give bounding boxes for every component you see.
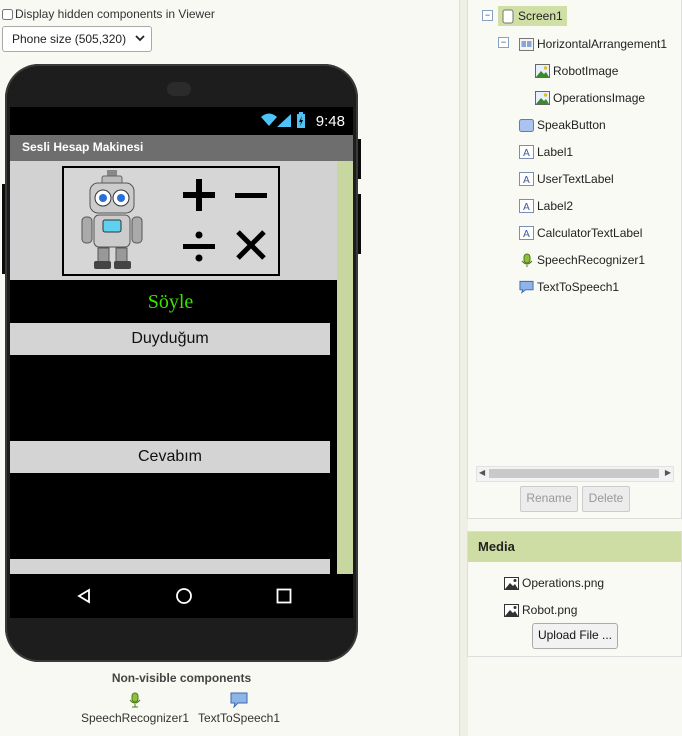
home-icon[interactable] bbox=[175, 587, 193, 608]
phone-speaker bbox=[167, 82, 191, 96]
media-item[interactable]: Operations.png bbox=[504, 574, 604, 592]
collapse-toggle[interactable]: − bbox=[482, 10, 493, 21]
scroll-right-icon[interactable]: ▶ bbox=[665, 468, 671, 477]
button-icon bbox=[519, 118, 534, 133]
tree-item-robot-image[interactable]: RobotImage bbox=[535, 61, 618, 81]
label-icon: A bbox=[519, 226, 534, 241]
label-icon: A bbox=[519, 199, 534, 214]
delete-button[interactable]: Delete bbox=[582, 486, 630, 512]
tree-label: HorizontalArrangement1 bbox=[537, 37, 668, 51]
label-icon: A bbox=[519, 145, 534, 160]
tree-item-horizontal-arrangement[interactable]: HorizontalArrangement1 bbox=[519, 34, 667, 54]
tree-item-calculator-text-label[interactable]: A CalculatorTextLabel bbox=[519, 223, 642, 243]
tree-label: Label1 bbox=[537, 145, 574, 159]
recents-icon[interactable] bbox=[276, 588, 292, 607]
tree-item-text-to-speech[interactable]: TextToSpeech1 bbox=[519, 277, 619, 297]
nonvisible-components-title: Non-visible components bbox=[111, 671, 252, 685]
tree-label: SpeechRecognizer1 bbox=[537, 253, 646, 267]
calculator-text-label: Cevabım bbox=[10, 441, 330, 473]
speech-bubble-icon bbox=[519, 280, 534, 295]
svg-text:A: A bbox=[523, 148, 530, 159]
nonvisible-speech-recognizer[interactable]: SpeechRecognizer1 bbox=[80, 692, 190, 725]
speech-bubble-icon bbox=[195, 692, 283, 711]
media-file-name: Operations.png bbox=[522, 576, 605, 590]
tree-item-speech-recognizer[interactable]: SpeechRecognizer1 bbox=[519, 250, 645, 270]
phone-screen: 9:48 Sesli Hesap Makinesi Söyle Duyduğum… bbox=[10, 107, 353, 618]
microphone-icon bbox=[80, 692, 190, 711]
image-file-icon bbox=[504, 576, 519, 591]
app-title-bar: Sesli Hesap Makinesi bbox=[10, 135, 353, 161]
tree-label: Label2 bbox=[537, 199, 574, 213]
image-icon bbox=[535, 91, 550, 106]
tree-item-label1[interactable]: A Label1 bbox=[519, 142, 573, 162]
rename-button[interactable]: Rename bbox=[520, 486, 578, 512]
horizontal-arrangement[interactable] bbox=[10, 161, 337, 280]
components-panel: − Screen1 − HorizontalArrangement1 Robot… bbox=[467, 0, 682, 519]
status-time: 9:48 bbox=[315, 113, 345, 130]
svg-text:A: A bbox=[523, 229, 530, 240]
tree-label: RobotImage bbox=[553, 64, 619, 78]
tree-item-label2[interactable]: A Label2 bbox=[519, 196, 573, 216]
nonvisible-label: SpeechRecognizer1 bbox=[80, 711, 190, 725]
media-panel: Media Operations.png Robot.png Upload Fi… bbox=[467, 531, 682, 657]
media-item[interactable]: Robot.png bbox=[504, 601, 577, 619]
tree-label: OperationsImage bbox=[553, 91, 646, 105]
back-icon[interactable] bbox=[76, 588, 92, 607]
media-header: Media bbox=[468, 532, 681, 562]
phone-side-button bbox=[358, 139, 361, 179]
scrollbar-thumb[interactable] bbox=[489, 469, 659, 478]
collapse-toggle[interactable]: − bbox=[498, 37, 509, 48]
app-title: Sesli Hesap Makinesi bbox=[22, 140, 144, 154]
robot-image[interactable] bbox=[80, 170, 146, 273]
chevron-down-icon bbox=[135, 33, 145, 46]
label-icon: A bbox=[519, 172, 534, 187]
tree-item-operations-image[interactable]: OperationsImage bbox=[535, 88, 645, 108]
microphone-icon bbox=[519, 253, 534, 268]
phone-side-button bbox=[358, 194, 361, 254]
display-hidden-label: Display hidden components in Viewer bbox=[15, 7, 215, 21]
app-content: Söyle Duyduğum Cevabım bbox=[10, 161, 337, 574]
svg-text:A: A bbox=[523, 202, 530, 213]
nonvisible-label: TextToSpeech1 bbox=[197, 711, 281, 725]
arrangement-icon bbox=[519, 37, 534, 52]
display-hidden-checkbox-row[interactable]: Display hidden components in Viewer bbox=[2, 7, 215, 21]
tree-label: Screen1 bbox=[518, 9, 563, 23]
display-hidden-checkbox[interactable] bbox=[2, 8, 13, 20]
wifi-icon bbox=[260, 113, 278, 130]
media-file-name: Robot.png bbox=[522, 603, 578, 617]
screen-icon bbox=[500, 9, 515, 24]
svg-text:A: A bbox=[523, 175, 530, 186]
upload-file-button[interactable]: Upload File ... bbox=[532, 623, 618, 649]
image-icon bbox=[535, 64, 550, 79]
tree-item-speak-button[interactable]: SpeakButton bbox=[519, 115, 606, 135]
phone-mockup: 9:48 Sesli Hesap Makinesi Söyle Duyduğum… bbox=[2, 64, 361, 662]
user-text-label: Duyduğum bbox=[10, 323, 330, 355]
tree-label: TextToSpeech1 bbox=[537, 280, 620, 294]
nonvisible-text-to-speech[interactable]: TextToSpeech1 bbox=[195, 692, 283, 725]
speak-button[interactable]: Söyle bbox=[13, 282, 328, 322]
tree-label: SpeakButton bbox=[537, 118, 606, 132]
phone-side-button bbox=[2, 184, 5, 274]
operations-image[interactable] bbox=[180, 176, 270, 269]
status-bar: 9:48 bbox=[10, 107, 353, 135]
images-container bbox=[62, 166, 280, 276]
tree-item-user-text-label[interactable]: A UserTextLabel bbox=[519, 169, 614, 189]
label-strip bbox=[10, 559, 330, 574]
tree-horizontal-scrollbar[interactable]: ◀ ▶ bbox=[476, 466, 674, 482]
battery-icon bbox=[296, 112, 306, 132]
phone-size-value: Phone size (505,320) bbox=[12, 32, 127, 46]
phone-size-select[interactable]: Phone size (505,320) bbox=[2, 26, 152, 52]
signal-icon bbox=[277, 114, 291, 130]
tree-label: UserTextLabel bbox=[537, 172, 614, 186]
tree-item-screen1[interactable]: Screen1 bbox=[498, 6, 567, 26]
tree-label: CalculatorTextLabel bbox=[537, 226, 643, 240]
image-file-icon bbox=[504, 603, 519, 618]
scroll-left-icon[interactable]: ◀ bbox=[479, 468, 485, 477]
android-nav-bar bbox=[10, 574, 353, 618]
phone-scrollbar bbox=[337, 161, 353, 574]
media-title: Media bbox=[478, 539, 515, 554]
